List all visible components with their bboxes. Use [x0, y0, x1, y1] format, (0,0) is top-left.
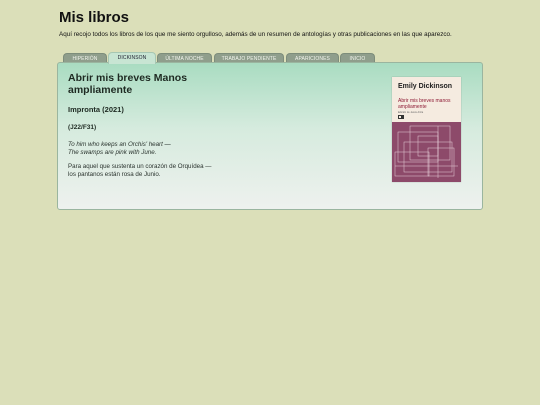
intro-text: Aquí recojo todos los libros de los que …: [59, 31, 452, 38]
poem-english: To him who keeps an Orchis' heart — The …: [68, 141, 171, 156]
cover-title: Abrir mis breves manos ampliamente: [398, 98, 451, 110]
tab-dickinson[interactable]: DICKINSON: [108, 52, 156, 64]
poem-spanish: Para aquel que sustenta un corazón de Or…: [68, 163, 211, 178]
poem-code: (J22/F31): [68, 124, 97, 131]
cover-line-art-icon: [394, 125, 458, 178]
site-title: Mis libros: [59, 9, 130, 26]
cover-artwork: [392, 122, 461, 182]
poem-english-line: The swamps are pink with June.: [68, 148, 157, 156]
book-edition: Impronta (2021): [68, 105, 124, 114]
poem-english-line: To him who keeps an Orchis' heart —: [68, 141, 171, 148]
cover-top: Emily Dickinson Abrir mis breves manos a…: [392, 77, 461, 122]
publisher-logo-icon: [398, 115, 404, 119]
book-title: Abrir mis breves Manos ampliamente: [68, 72, 188, 96]
book-cover-image[interactable]: Emily Dickinson Abrir mis breves manos a…: [392, 77, 461, 182]
book-panel: Abrir mis breves Manos ampliamente Impro…: [57, 62, 483, 210]
poem-spanish-line: los pantanos están rosa de Junio.: [68, 170, 161, 178]
cover-subtitle: Edición de Jesús Ariza: [398, 111, 424, 114]
poem-spanish-line: Para aquel que sustenta un corazón de Or…: [68, 163, 212, 170]
cover-author: Emily Dickinson: [398, 83, 453, 90]
